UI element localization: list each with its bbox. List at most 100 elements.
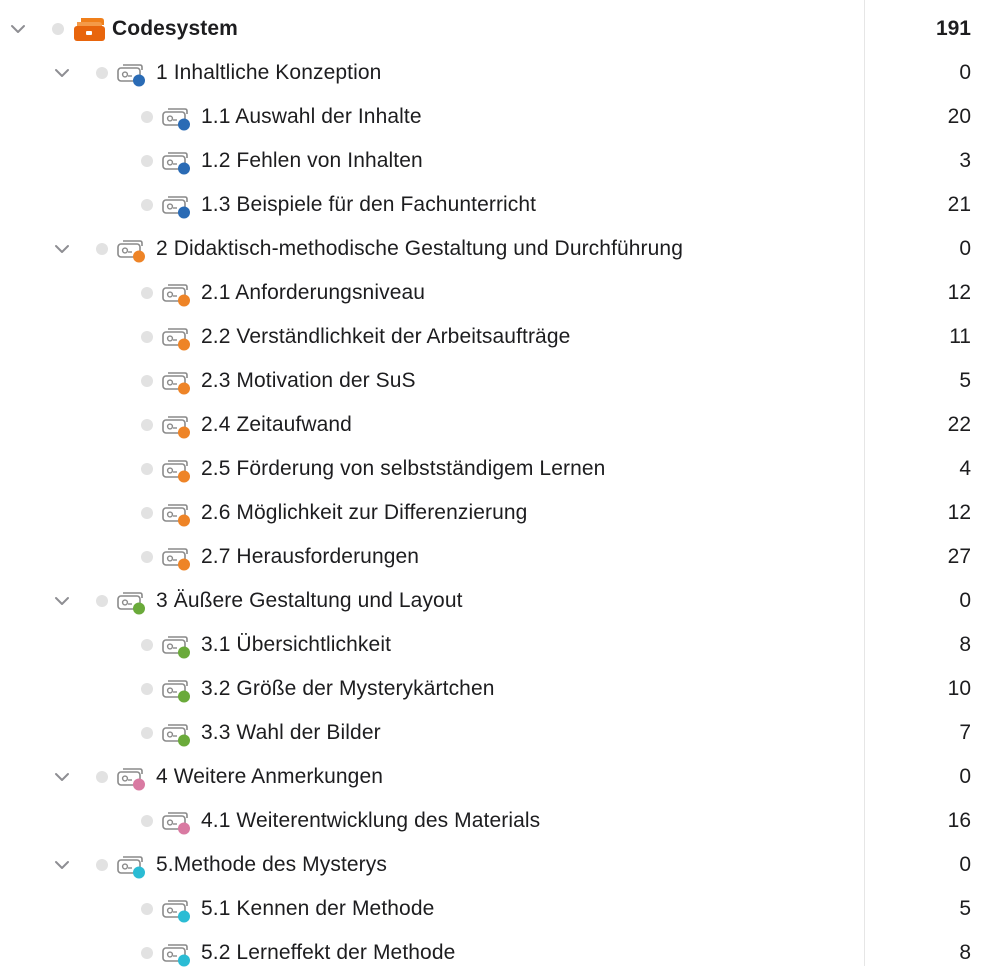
tree-row-2-1[interactable]: 2.1 Anforderungsniveau 12: [0, 271, 985, 315]
coded-segments-count: 0: [959, 853, 971, 876]
tree-label: 5.1 Kennen der Methode: [201, 897, 435, 920]
tree-label: 2 Didaktisch-methodische Gestaltung und …: [156, 237, 683, 260]
coded-segments-count: 8: [959, 633, 971, 656]
code-icon: [161, 369, 191, 395]
status-dot: [141, 155, 153, 167]
coded-segments-count: 5: [959, 369, 971, 392]
coded-segments-count: 4: [959, 457, 971, 480]
coded-segments-count: 7: [959, 721, 971, 744]
status-dot: [96, 243, 108, 255]
tree-row-1-3[interactable]: 1.3 Beispiele für den Fachunterricht 21: [0, 183, 985, 227]
code-icon: [161, 941, 191, 967]
coded-segments-count: 16: [947, 809, 971, 832]
status-dot: [141, 727, 153, 739]
code-icon: [161, 457, 191, 483]
tree-label: 2.7 Herausforderungen: [201, 545, 420, 568]
tree-label: 1.2 Fehlen von Inhalten: [201, 149, 423, 172]
tree-row-2-4[interactable]: 2.4 Zeitaufwand 22: [0, 403, 985, 447]
tree-row-1-2[interactable]: 1.2 Fehlen von Inhalten 3: [0, 139, 985, 183]
code-icon: [161, 193, 191, 219]
tree-label: 2.1 Anforderungsniveau: [201, 281, 426, 304]
tree-row-2-6[interactable]: 2.6 Möglichkeit zur Differenzierung 12: [0, 491, 985, 535]
codesystem-folder-icon: [73, 15, 107, 43]
tree-label: Codesystem: [112, 17, 238, 40]
tree-row-2-5[interactable]: 2.5 Förderung von selbstständigem Lernen…: [0, 447, 985, 491]
coded-segments-count: 5: [959, 897, 971, 920]
coded-segments-count: 21: [947, 193, 971, 216]
coded-segments-count: 0: [959, 237, 971, 260]
tree-label: 2.2 Verständlichkeit der Arbeitsaufträge: [201, 325, 571, 348]
coded-segments-count: 10: [947, 677, 971, 700]
code-icon: [161, 545, 191, 571]
code-icon: [161, 897, 191, 923]
tree-label: 3.2 Größe der Mysterykärtchen: [201, 677, 495, 700]
coded-segments-count: 22: [947, 413, 971, 436]
tree-row-3-2[interactable]: 3.2 Größe der Mysterykärtchen 10: [0, 667, 985, 711]
tree-label: 1.3 Beispiele für den Fachunterricht: [201, 193, 537, 216]
tree-row-1-1[interactable]: 1.1 Auswahl der Inhalte 20: [0, 95, 985, 139]
chevron-down-icon[interactable]: [52, 239, 72, 259]
tree-label: 1.1 Auswahl der Inhalte: [201, 105, 422, 128]
coded-segments-count: 8: [959, 941, 971, 964]
status-dot: [141, 111, 153, 123]
coded-segments-count: 20: [947, 105, 971, 128]
chevron-down-icon[interactable]: [52, 767, 72, 787]
status-dot: [141, 903, 153, 915]
coded-segments-count: 3: [959, 149, 971, 172]
coded-segments-count: 191: [935, 17, 971, 40]
status-dot: [141, 551, 153, 563]
tree-row-codesystem[interactable]: Codesystem 191: [0, 7, 985, 51]
tree-row-4-1[interactable]: 4.1 Weiterentwicklung des Materials 16: [0, 799, 985, 843]
coded-segments-count: 0: [959, 589, 971, 612]
status-dot: [141, 287, 153, 299]
code-icon: [161, 721, 191, 747]
code-icon: [116, 589, 146, 615]
chevron-down-icon[interactable]: [8, 19, 28, 39]
coded-segments-count: 0: [959, 61, 971, 84]
tree-label: 1 Inhaltliche Konzeption: [156, 61, 382, 84]
tree-label: 5.Methode des Mysterys: [156, 853, 387, 876]
code-icon: [116, 237, 146, 263]
tree-row-5-methode[interactable]: 5.Methode des Mysterys 0: [0, 843, 985, 887]
code-icon: [161, 149, 191, 175]
code-icon: [161, 501, 191, 527]
chevron-down-icon[interactable]: [52, 591, 72, 611]
code-icon: [116, 61, 146, 87]
status-dot: [141, 947, 153, 959]
status-dot: [96, 67, 108, 79]
chevron-down-icon[interactable]: [52, 855, 72, 875]
tree-label: 5.2 Lerneffekt der Methode: [201, 941, 456, 964]
code-icon: [116, 853, 146, 879]
code-icon: [161, 633, 191, 659]
code-icon: [161, 677, 191, 703]
tree-row-3-1[interactable]: 3.1 Übersichtlichkeit 8: [0, 623, 985, 667]
code-icon: [116, 765, 146, 791]
tree-row-4[interactable]: 4 Weitere Anmerkungen 0: [0, 755, 985, 799]
coded-segments-count: 12: [947, 501, 971, 524]
tree-row-5-1[interactable]: 5.1 Kennen der Methode 5: [0, 887, 985, 931]
tree-row-5-2[interactable]: 5.2 Lerneffekt der Methode 8: [0, 931, 985, 975]
tree-label: 4.1 Weiterentwicklung des Materials: [201, 809, 541, 832]
tree-row-2-7[interactable]: 2.7 Herausforderungen 27: [0, 535, 985, 579]
tree-row-3-3[interactable]: 3.3 Wahl der Bilder 7: [0, 711, 985, 755]
status-dot: [141, 331, 153, 343]
tree-label: 3.1 Übersichtlichkeit: [201, 633, 392, 656]
code-icon: [161, 413, 191, 439]
tree-label: 2.3 Motivation der SuS: [201, 369, 416, 392]
tree-label: 4 Weitere Anmerkungen: [156, 765, 384, 788]
tree-row-2[interactable]: 2 Didaktisch-methodische Gestaltung und …: [0, 227, 985, 271]
tree-row-1[interactable]: 1 Inhaltliche Konzeption 0: [0, 51, 985, 95]
tree-row-2-3[interactable]: 2.3 Motivation der SuS 5: [0, 359, 985, 403]
status-dot: [96, 595, 108, 607]
status-dot: [141, 815, 153, 827]
code-icon: [161, 105, 191, 131]
status-dot: [96, 771, 108, 783]
tree-label: 2.6 Möglichkeit zur Differenzierung: [201, 501, 528, 524]
chevron-down-icon[interactable]: [52, 63, 72, 83]
status-dot: [52, 23, 64, 35]
tree-row-3[interactable]: 3 Äußere Gestaltung und Layout 0: [0, 579, 985, 623]
coded-segments-count: 12: [947, 281, 971, 304]
status-dot: [141, 199, 153, 211]
tree-row-2-2[interactable]: 2.2 Verständlichkeit der Arbeitsaufträge…: [0, 315, 985, 359]
tree-label: 2.5 Förderung von selbstständigem Lernen: [201, 457, 606, 480]
